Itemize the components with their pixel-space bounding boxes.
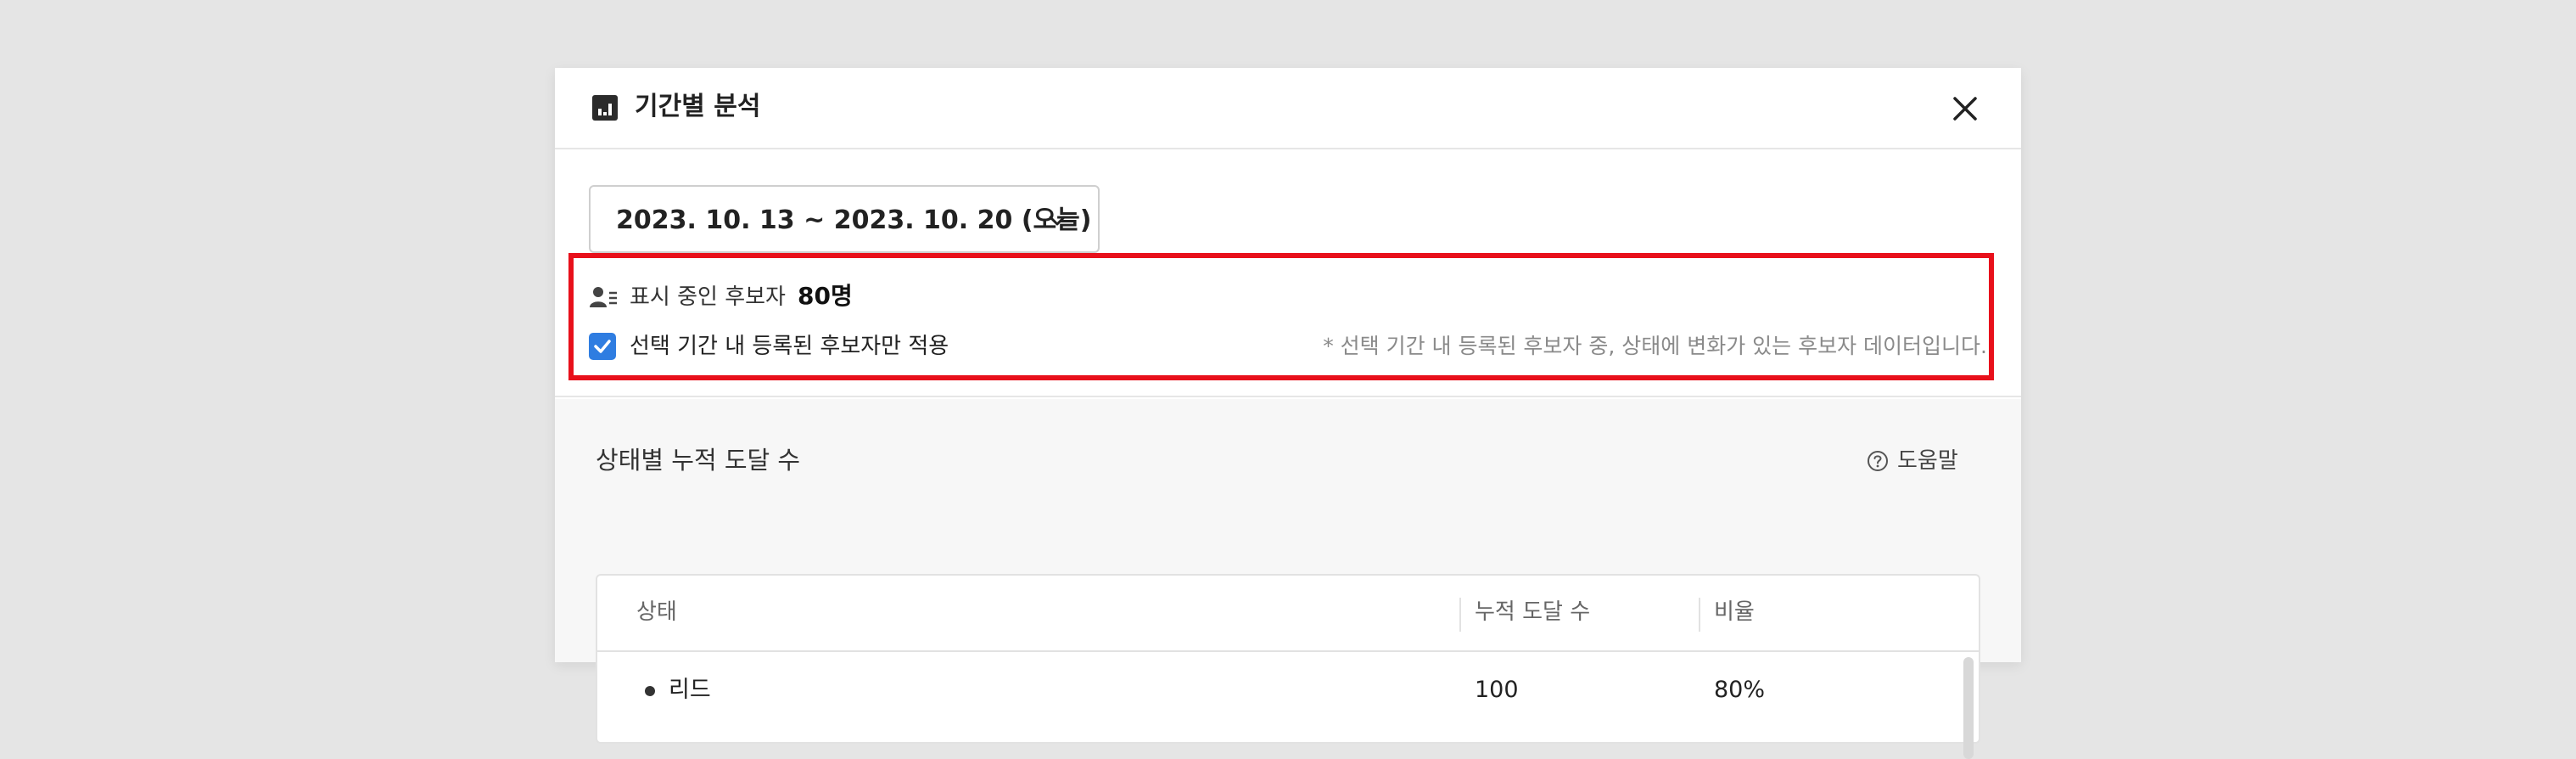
help-label: 도움말 <box>1897 448 1958 474</box>
table-scrollbar[interactable] <box>1963 657 1974 759</box>
section-title: 상태별 누적 도달 수 <box>596 446 801 475</box>
status-dot <box>645 686 655 696</box>
candidates-count: 80명 <box>798 282 853 310</box>
filter-section: 2023. 10. 13 ~ 2023. 10. 20 (오늘) 표시 중인 후… <box>555 151 2021 397</box>
row-ratio: 80% <box>1714 677 1766 703</box>
candidates-label: 표시 중인 후보자 <box>630 284 786 310</box>
period-analysis-modal: 기간별 분석 2023. 10. 13 ~ 2023. 10. 20 (오늘) … <box>555 68 2021 759</box>
checkmark-icon <box>594 340 611 353</box>
date-range-select[interactable]: 2023. 10. 13 ~ 2023. 10. 20 (오늘) <box>589 185 1100 253</box>
registered-only-label[interactable]: 선택 기간 내 등록된 후보자만 적용 <box>630 333 949 360</box>
question-circle-icon <box>1868 451 1888 471</box>
modal-title: 기간별 분석 <box>635 92 761 121</box>
date-range-value: 2023. 10. 13 ~ 2023. 10. 20 (오늘) <box>616 205 1092 235</box>
close-button[interactable] <box>1948 92 1982 126</box>
filter-note: * 선택 기간 내 등록된 후보자 중, 상태에 변화가 있는 후보자 데이터입… <box>1323 334 1987 358</box>
registered-only-checkbox[interactable] <box>589 333 616 360</box>
table-row[interactable]: 리드 100 80% <box>597 654 1979 730</box>
bar-chart-icon <box>592 95 618 121</box>
table-header: 상태 누적 도달 수 비율 <box>597 576 1979 652</box>
help-button[interactable]: 도움말 <box>1867 447 1980 475</box>
highlight-box <box>568 253 1994 380</box>
header-ratio: 비율 <box>1714 599 1755 625</box>
status-section: 상태별 누적 도달 수 도움말 상태 누적 도달 수 비율 리드 100 80% <box>555 399 2021 759</box>
close-icon <box>1953 97 1977 121</box>
candidates-icon <box>590 287 617 307</box>
column-divider <box>1459 598 1461 632</box>
column-divider <box>1699 598 1700 632</box>
modal-header: 기간별 분석 <box>555 68 2021 149</box>
row-count: 100 <box>1475 677 1519 703</box>
chevron-down-icon <box>1049 216 1066 226</box>
header-count: 누적 도달 수 <box>1475 599 1591 625</box>
header-status: 상태 <box>636 599 677 625</box>
status-table: 상태 누적 도달 수 비율 리드 100 80% <box>596 574 1980 759</box>
row-status: 리드 <box>669 677 711 703</box>
